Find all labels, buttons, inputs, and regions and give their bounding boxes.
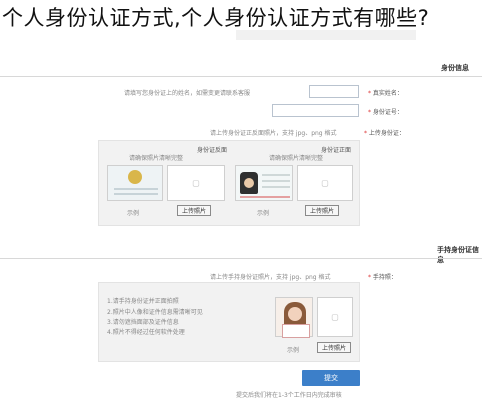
name-label: * 真实姓名： bbox=[368, 90, 403, 97]
back-title: 身份证反面 bbox=[197, 147, 228, 154]
id-back-sample-card bbox=[107, 165, 163, 201]
name-hint: 请填写您身份证上的姓名，如需变更请联系客服 bbox=[124, 90, 251, 97]
section-heading-handheld: 手持身份证信息 bbox=[437, 246, 479, 264]
handheld-sample-label: 示例 bbox=[287, 347, 300, 354]
handheld-panel: 1.请手持身份证并正面拍照 2.照片中人像和证件信息需清晰可见 3.请勿遮挡面部… bbox=[98, 282, 360, 362]
name-input[interactable] bbox=[309, 85, 359, 98]
id-number-input[interactable] bbox=[272, 104, 359, 117]
id-back-upload-area[interactable]: ▢ bbox=[167, 165, 225, 201]
instruction-3: 3.请勿遮挡面部及证件信息 bbox=[107, 319, 179, 326]
image-placeholder-icon: ▢ bbox=[192, 178, 200, 188]
section-heading-identity: 身份信息 bbox=[441, 64, 469, 72]
handheld-label: * 手持照： bbox=[368, 274, 397, 281]
id-label: * 身份证号： bbox=[368, 109, 403, 116]
front-sample-label: 示例 bbox=[257, 210, 270, 217]
image-placeholder-icon: ▢ bbox=[331, 312, 339, 322]
upload-hint: 请上传身份证正反面照片，支持 jpg、png 格式 bbox=[210, 130, 337, 137]
instruction-2: 2.照片中人像和证件信息需清晰可见 bbox=[107, 309, 203, 316]
bottom-note: 提交后我们将在1-3个工作日内完成审核 bbox=[236, 392, 342, 399]
handheld-hint: 请上传手持身份证照片，支持 jpg、png 格式 bbox=[210, 274, 331, 281]
divider bbox=[0, 258, 482, 259]
front-title: 身份证正面 bbox=[321, 147, 352, 154]
emblem-icon bbox=[128, 170, 142, 184]
id-card-panel: 身份证反面 请确保照片清晰完整 ▢ 示例 上传照片 身份证正面 请确保照片清晰完… bbox=[98, 140, 360, 226]
instruction-4: 4.照片不得经过任何软件处理 bbox=[107, 329, 185, 336]
submit-button[interactable]: 提交 bbox=[302, 370, 360, 386]
image-placeholder-icon: ▢ bbox=[321, 178, 329, 188]
id-front-upload-area[interactable]: ▢ bbox=[297, 165, 353, 201]
front-note: 请确保照片清晰完整 bbox=[269, 155, 324, 162]
article-title: 个人身份认证方式,个人身份认证方式有哪些? bbox=[2, 6, 430, 30]
back-sample-label: 示例 bbox=[127, 210, 140, 217]
back-note: 请确保照片清晰完整 bbox=[129, 155, 184, 162]
upload-handheld-button[interactable]: 上传照片 bbox=[317, 342, 352, 353]
upload-front-button[interactable]: 上传照片 bbox=[305, 205, 340, 216]
handheld-upload-area[interactable]: ▢ bbox=[317, 297, 353, 337]
handheld-sample-photo bbox=[275, 297, 313, 338]
upload-back-button[interactable]: 上传照片 bbox=[177, 205, 212, 216]
instruction-1: 1.请手持身份证并正面拍照 bbox=[107, 298, 179, 305]
id-front-sample-card bbox=[235, 165, 293, 201]
id-card-icon bbox=[282, 324, 310, 338]
upload-label: * 上传身份证： bbox=[364, 130, 405, 137]
divider bbox=[0, 76, 482, 77]
